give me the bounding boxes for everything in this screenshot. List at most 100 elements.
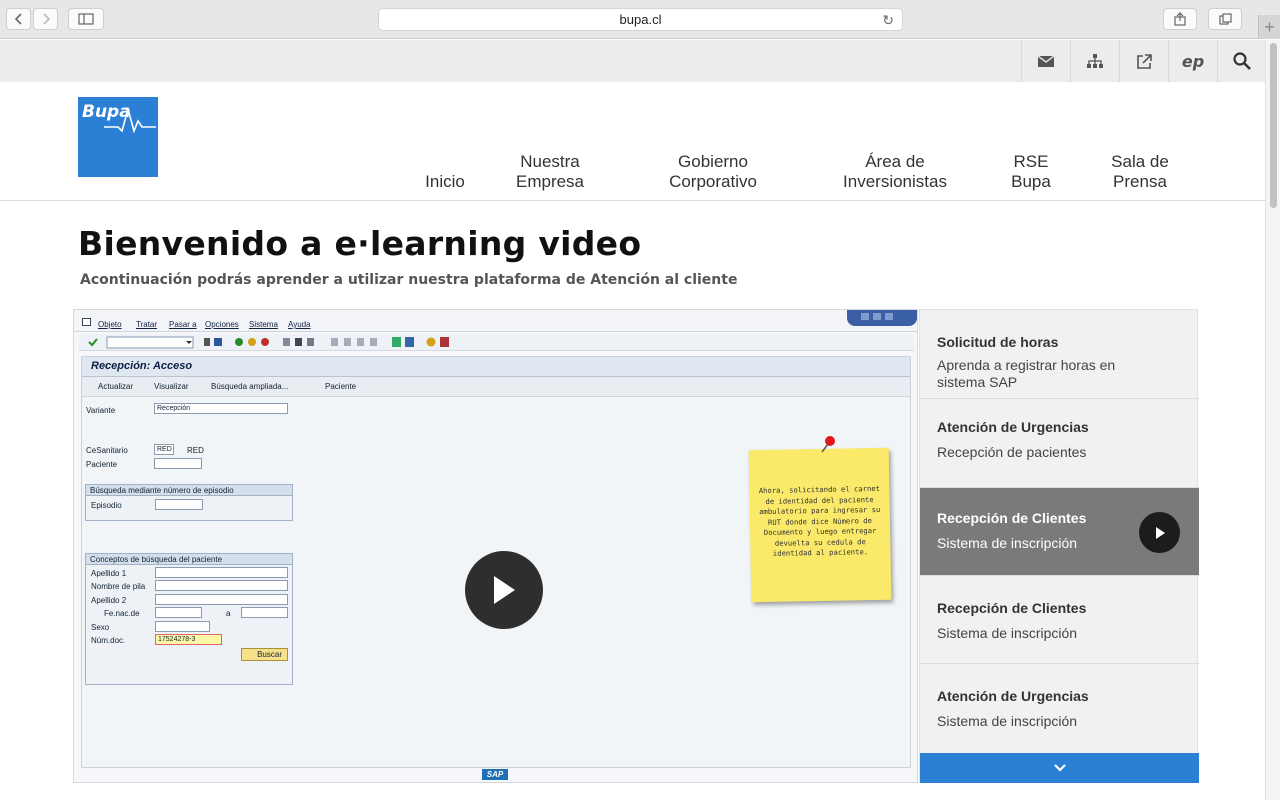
sap-nombre-label: Nombre de pila xyxy=(91,582,146,591)
nav-line1: Gobierno xyxy=(678,152,748,171)
sap-menubar: Objeto Tratar Pasar a Opciones Sistema A… xyxy=(74,310,917,332)
page-scrollbar[interactable] xyxy=(1265,40,1280,800)
reload-icon[interactable]: ↻ xyxy=(882,12,894,29)
sap-menu-pasar: Pasar a xyxy=(169,320,197,329)
playlist-item[interactable]: Recepción de Clientes Sistema de inscrip… xyxy=(920,576,1199,664)
sap-sexo-label: Sexo xyxy=(91,623,110,632)
sap-screen-title: Recepción: Acceso xyxy=(82,357,910,377)
sitemap-icon xyxy=(1087,54,1103,68)
ep-icon: ep xyxy=(1181,51,1205,71)
push-pin-icon xyxy=(821,436,835,453)
chevron-down-icon xyxy=(1053,764,1066,772)
playlist-play-button[interactable] xyxy=(1139,512,1180,553)
sidebar-button[interactable] xyxy=(68,8,104,30)
nav-line2: Empresa xyxy=(515,172,585,191)
sap-episode-group: Búsqueda mediante número de episodio Epi… xyxy=(85,484,293,521)
nav-sala-de-prensa[interactable]: Sala de Prensa xyxy=(1098,150,1182,192)
sap-menu-tratar: Tratar xyxy=(136,320,158,329)
sap-menu-opciones: Opciones xyxy=(205,320,239,329)
sap-variante-field: Recepción xyxy=(154,403,288,414)
utility-bar: ep xyxy=(0,40,1265,82)
nav-gobierno-corporativo[interactable]: Gobierno Corporativo xyxy=(658,150,768,192)
nav-area-inversionistas[interactable]: Área de Inversionistas xyxy=(830,150,960,192)
sap-cesanitario-field: RED xyxy=(154,444,174,455)
sap-concepts-group-title: Conceptos de búsqueda del paciente xyxy=(86,554,292,565)
playlist-item-active[interactable]: Recepción de Clientes Sistema de inscrip… xyxy=(920,488,1199,576)
tabs-button[interactable] xyxy=(1208,8,1242,30)
chevron-right-icon xyxy=(42,13,50,25)
back-button[interactable] xyxy=(6,8,31,30)
playlist-item[interactable]: Atención de Urgencias Recepción de pacie… xyxy=(920,399,1199,488)
external-link-button[interactable] xyxy=(1119,40,1168,82)
nav-line2: Inicio xyxy=(425,172,465,191)
bupa-logo[interactable]: Bupa xyxy=(78,97,158,177)
page-subtitle: Acontinuación podrás aprender a utilizar… xyxy=(80,272,738,288)
sap-apellido2-field xyxy=(155,594,288,605)
sap-fenac-from xyxy=(155,607,202,618)
sap-action-paciente: Paciente xyxy=(325,382,357,391)
play-icon xyxy=(494,576,515,604)
sap-numdoc-field: 17524278-3 xyxy=(155,634,222,645)
share-button[interactable] xyxy=(1163,8,1197,30)
address-bar[interactable]: bupa.cl ↻ xyxy=(378,8,903,31)
nav-line1: RSE xyxy=(1013,152,1049,171)
playlist-item-subtitle: Sistema de inscripción xyxy=(937,535,1078,551)
sap-episode-group-title: Búsqueda mediante número de episodio xyxy=(86,485,292,496)
search-icon xyxy=(1232,52,1251,70)
nav-nuestra-empresa[interactable]: Nuestra Empresa xyxy=(505,150,595,192)
search-button[interactable] xyxy=(1217,40,1265,82)
sticky-note-text: Ahora, solicitando el carnet de identida… xyxy=(758,483,881,558)
sap-menu-objeto: Objeto xyxy=(98,320,122,329)
mail-button[interactable] xyxy=(1021,40,1070,82)
sap-apellido1-label: Apellido 1 xyxy=(91,569,127,578)
playlist-item-title: Atención de Urgencias xyxy=(937,688,1089,704)
external-link-icon xyxy=(1136,53,1152,69)
new-tab-button[interactable]: + xyxy=(1258,15,1280,39)
sap-action-visualizar: Visualizar xyxy=(154,382,189,391)
playlist-item-title: Recepción de Clientes xyxy=(937,600,1087,616)
playlist-more-button[interactable] xyxy=(920,753,1199,783)
sap-action-busqueda: Búsqueda ampliada... xyxy=(211,382,289,391)
sap-action-actualizar: Actualizar xyxy=(98,382,134,391)
playlist-item-title: Solicitud de horas xyxy=(937,334,1059,350)
video-player[interactable]: Objeto Tratar Pasar a Opciones Sistema A… xyxy=(73,309,918,783)
nav-line2: Corporativo xyxy=(669,172,757,191)
sap-buscar-label: Buscar xyxy=(257,650,282,659)
nav-rse-bupa[interactable]: RSE Bupa xyxy=(1001,150,1061,192)
playlist-item-subtitle: Sistema de inscripción xyxy=(937,625,1078,641)
nav-line1: Nuestra xyxy=(520,152,580,171)
sap-fenac-label: Fe.nac.de xyxy=(104,609,140,618)
share-icon xyxy=(1174,12,1186,26)
sap-fenac-to xyxy=(241,607,288,618)
sap-sexo-field xyxy=(155,621,210,632)
chevron-left-icon xyxy=(14,13,22,25)
sap-paciente-field xyxy=(154,458,202,469)
sap-nombre-field xyxy=(155,580,288,591)
forward-button[interactable] xyxy=(33,8,58,30)
nav-line2: Inversionistas xyxy=(843,172,947,191)
sap-window-icon xyxy=(82,318,91,326)
sap-toolbar xyxy=(79,334,914,351)
sap-window-buttons xyxy=(847,310,917,326)
sap-apellido1-field xyxy=(155,567,288,578)
sap-paciente-label: Paciente xyxy=(86,460,118,469)
ep-button[interactable]: ep xyxy=(1168,40,1217,82)
scrollbar-thumb[interactable] xyxy=(1270,43,1277,208)
sap-action-bar: Actualizar Visualizar Búsqueda ampliada.… xyxy=(82,377,910,397)
playlist-item[interactable]: Solicitud de horas Aprenda a registrar h… xyxy=(920,310,1199,399)
playlist-item[interactable]: Atención de Urgencias Sistema de inscrip… xyxy=(920,664,1199,753)
sap-buscar-button: Buscar xyxy=(241,648,288,661)
video-play-button[interactable] xyxy=(465,551,543,629)
video-playlist: Solicitud de horas Aprenda a registrar h… xyxy=(919,309,1199,783)
sap-form-panel: Recepción: Acceso Actualizar Visualizar … xyxy=(81,356,911,768)
sap-cesanitario-text: RED xyxy=(187,446,204,455)
tabs-icon xyxy=(1218,13,1232,25)
plus-icon: + xyxy=(1264,16,1275,37)
playlist-item-subtitle: Sistema de inscripción xyxy=(937,713,1078,729)
sitemap-button[interactable] xyxy=(1070,40,1119,82)
sap-menu-sistema: Sistema xyxy=(249,320,278,329)
nav-line2: Prensa xyxy=(1113,172,1167,191)
sap-numdoc-label: Núm.doc. xyxy=(91,636,126,645)
nav-inicio[interactable]: Inicio xyxy=(418,150,472,192)
playlist-item-subtitle: Aprenda a registrar horas en sistema SAP xyxy=(937,357,1116,390)
